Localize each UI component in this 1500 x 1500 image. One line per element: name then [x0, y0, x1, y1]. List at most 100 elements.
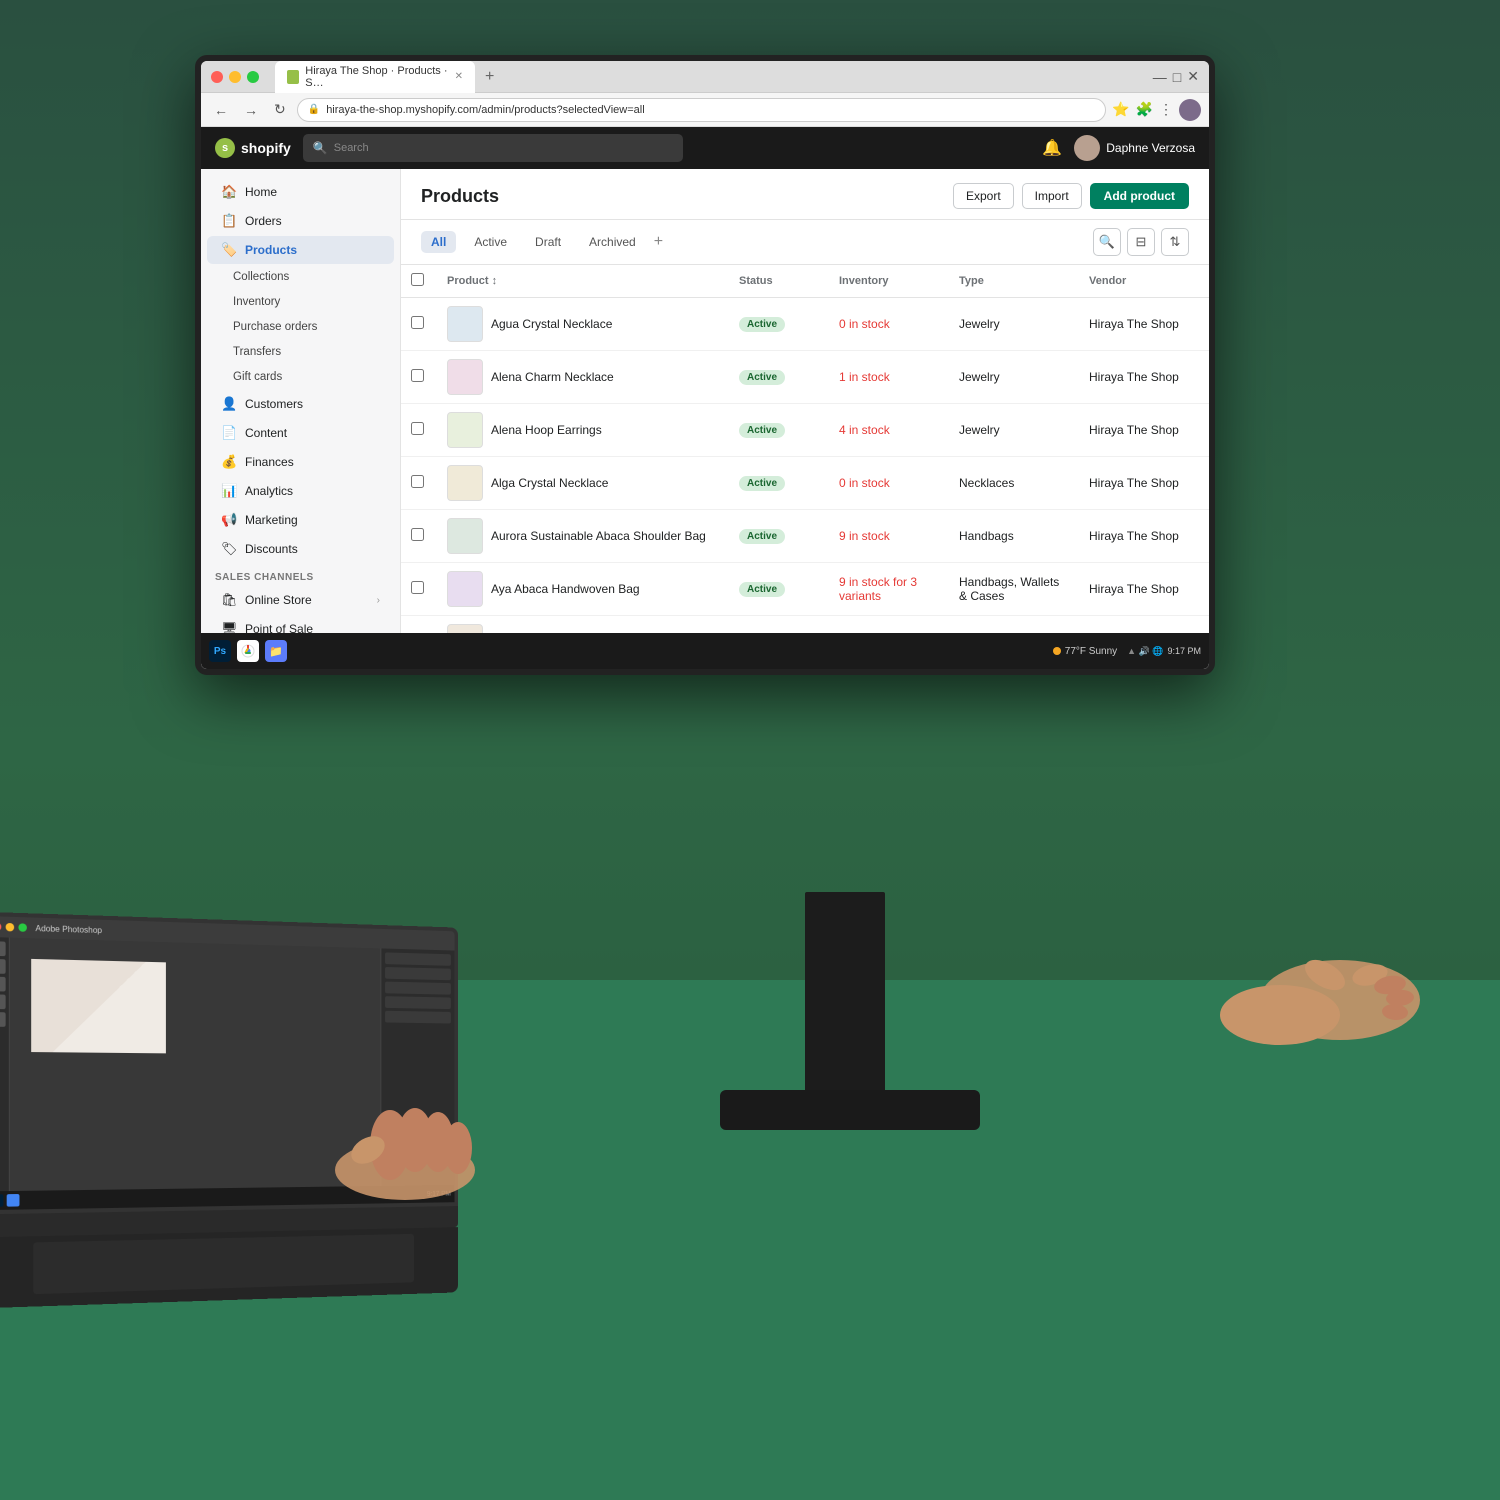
row-checkbox[interactable] — [411, 316, 424, 329]
product-name: Alena Hoop Earrings — [491, 423, 602, 437]
monitor-taskbar: Ps 📁 77°F Sunny ▲ 🔊 🌐 9:17 PM — [201, 633, 1209, 669]
tab-close-btn[interactable]: ✕ — [455, 71, 463, 82]
row-product-cell: Alena Hoop Earrings — [437, 404, 729, 457]
minimize-window-btn[interactable]: — — [1153, 69, 1167, 85]
ps-tool-2[interactable] — [0, 959, 5, 974]
taskbar-chrome-icon[interactable] — [237, 640, 259, 662]
profile-avatar[interactable] — [1179, 99, 1201, 121]
ps-min-btn[interactable] — [6, 923, 15, 932]
sidebar-item-finances[interactable]: 💰 Finances — [207, 448, 394, 476]
minimize-btn[interactable] — [229, 71, 241, 83]
row-checkbox[interactable] — [411, 581, 424, 594]
monitor: Hiraya The Shop · Products · S… ✕ + — □ … — [195, 55, 1215, 675]
ps-max-btn[interactable] — [18, 923, 27, 932]
menu-btn[interactable]: ⋮ — [1159, 101, 1173, 118]
sidebar-item-purchase-orders[interactable]: Purchase orders — [207, 315, 394, 339]
ps-tool-4[interactable] — [0, 994, 5, 1009]
row-checkbox-cell — [401, 298, 437, 351]
th-product[interactable]: Product ↕ — [437, 265, 729, 298]
laptop-chrome-icon — [7, 1194, 20, 1207]
sidebar-item-transfers[interactable]: Transfers — [207, 340, 394, 364]
filter-options-btn[interactable]: ⊟ — [1127, 228, 1155, 256]
row-checkbox-cell — [401, 563, 437, 616]
sidebar-item-products[interactable]: 🏷️ Products — [207, 236, 394, 264]
sidebar-item-content[interactable]: 📄 Content — [207, 419, 394, 447]
status-badge: Active — [739, 529, 785, 544]
ps-title: Adobe Photoshop — [35, 923, 102, 934]
select-all-checkbox[interactable] — [411, 273, 424, 286]
sidebar-item-orders[interactable]: 📋 Orders — [207, 207, 394, 235]
table-row[interactable]: Alena Charm Necklace Active 1 in stock J… — [401, 351, 1209, 404]
sort-btn[interactable]: ⇅ — [1161, 228, 1189, 256]
extensions-btn[interactable]: 🧩 — [1136, 101, 1153, 118]
notification-bell[interactable]: 🔔 — [1042, 138, 1062, 158]
product-cell: Aya Abaca Handwoven Bag — [447, 571, 719, 607]
online-store-icon: 🛍 — [221, 592, 237, 608]
row-product-cell: Alga Crystal Necklace — [437, 457, 729, 510]
row-status-cell: Active — [729, 404, 829, 457]
import-button[interactable]: Import — [1022, 183, 1082, 209]
right-hand — [1140, 920, 1420, 1080]
taskbar-ps-icon[interactable]: Ps — [209, 640, 231, 662]
maximize-btn[interactable] — [247, 71, 259, 83]
sidebar-item-marketing[interactable]: 📢 Marketing — [207, 506, 394, 534]
ps-tool-3[interactable] — [0, 977, 5, 992]
product-type: Jewelry — [959, 317, 1000, 331]
sidebar-item-discounts[interactable]: 🏷 Discounts — [207, 535, 394, 563]
ps-close-btn[interactable] — [0, 922, 1, 931]
weather-text: 77°F Sunny — [1065, 646, 1117, 657]
close-btn[interactable] — [211, 71, 223, 83]
row-vendor-cell: Hiraya The Shop — [1079, 457, 1209, 510]
filter-tab-archived[interactable]: Archived — [579, 231, 646, 253]
table-row[interactable]: Aurora Sustainable Abaca Shoulder Bag Ac… — [401, 510, 1209, 563]
sidebar-item-home[interactable]: 🏠 Home — [207, 178, 394, 206]
shopify-header: s shopify 🔍 Search 🔔 Daphne Verzosa — [201, 127, 1209, 169]
table-row[interactable]: Aya Abaca Handwoven Bag Active 9 in stoc… — [401, 563, 1209, 616]
table-row[interactable]: Alena Hoop Earrings Active 4 in stock Je… — [401, 404, 1209, 457]
product-type: Necklaces — [959, 476, 1014, 490]
table-row[interactable]: Alga Crystal Necklace Active 0 in stock … — [401, 457, 1209, 510]
row-type-cell: Necklaces — [949, 457, 1079, 510]
add-product-button[interactable]: Add product — [1090, 183, 1189, 209]
shopify-search[interactable]: 🔍 Search — [303, 134, 683, 162]
sidebar-item-inventory[interactable]: Inventory — [207, 290, 394, 314]
row-checkbox[interactable] — [411, 422, 424, 435]
browser-tab[interactable]: Hiraya The Shop · Products · S… ✕ — [275, 61, 475, 93]
sidebar-item-collections[interactable]: Collections — [207, 265, 394, 289]
product-thumbnail — [447, 359, 483, 395]
ps-tool-5[interactable] — [0, 1012, 5, 1027]
row-checkbox-cell — [401, 510, 437, 563]
user-area: Daphne Verzosa — [1074, 135, 1195, 161]
table-row[interactable]: Agua Crystal Necklace Active 0 in stock … — [401, 298, 1209, 351]
close-window-btn[interactable]: ✕ — [1187, 68, 1199, 85]
product-vendor: Hiraya The Shop — [1089, 582, 1179, 596]
bookmark-btn[interactable]: ⭐ — [1112, 101, 1129, 118]
row-type-cell: Jewelry — [949, 298, 1079, 351]
filter-tab-all[interactable]: All — [421, 231, 456, 253]
back-btn[interactable]: ← — [209, 100, 233, 120]
product-cell: Alena Hoop Earrings — [447, 412, 719, 448]
restore-window-btn[interactable]: □ — [1173, 69, 1181, 85]
row-checkbox[interactable] — [411, 475, 424, 488]
filter-tab-active[interactable]: Active — [464, 231, 517, 253]
sidebar-item-customers[interactable]: 👤 Customers — [207, 390, 394, 418]
products-table: Product ↕ Status Inventory — [401, 265, 1209, 669]
add-filter-btn[interactable]: + — [654, 233, 663, 251]
sidebar-item-online-store[interactable]: 🛍 Online Store › — [207, 586, 394, 614]
filter-tab-draft[interactable]: Draft — [525, 231, 571, 253]
forward-btn[interactable]: → — [239, 100, 263, 120]
sidebar-item-gift-cards[interactable]: Gift cards — [207, 365, 394, 389]
row-product-cell: Agua Crystal Necklace — [437, 298, 729, 351]
row-checkbox[interactable] — [411, 369, 424, 382]
search-filter-btn[interactable]: 🔍 — [1093, 228, 1121, 256]
taskbar-files-icon[interactable]: 📁 — [265, 640, 287, 662]
address-bar[interactable]: 🔒 hiraya-the-shop.myshopify.com/admin/pr… — [297, 98, 1106, 122]
sidebar-item-analytics[interactable]: 📊 Analytics — [207, 477, 394, 505]
reload-btn[interactable]: ↻ — [269, 99, 291, 120]
ps-tool-1[interactable] — [0, 941, 5, 956]
export-button[interactable]: Export — [953, 183, 1014, 209]
products-list-table: Product ↕ Status Inventory — [401, 265, 1209, 669]
new-tab-btn[interactable]: + — [479, 68, 500, 86]
user-name: Daphne Verzosa — [1106, 141, 1195, 155]
row-checkbox[interactable] — [411, 528, 424, 541]
